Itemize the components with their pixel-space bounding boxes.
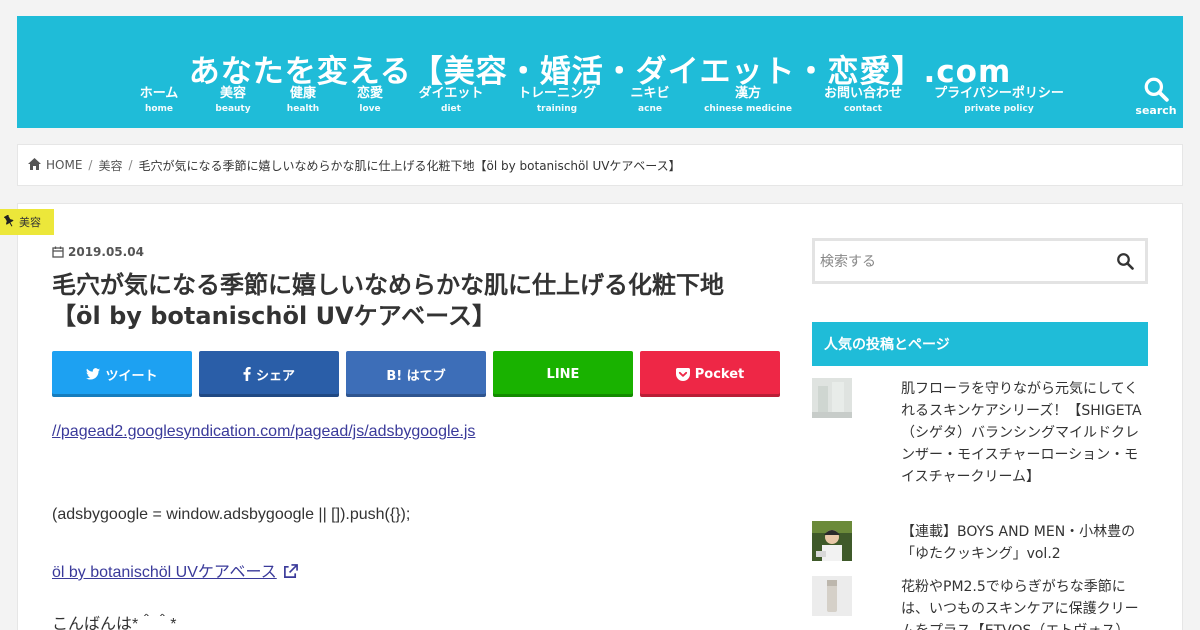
popular-post-title[interactable]: 【連載】BOYS AND MEN・小林豊の「ゆたクッキング」vol.2	[901, 521, 1151, 565]
nav-item-contact[interactable]: お問い合わせ contact	[824, 85, 902, 116]
nav-item-health[interactable]: 健康 health	[287, 85, 319, 116]
nav-sublabel: contact	[844, 104, 882, 114]
nav-item-diet[interactable]: ダイエット diet	[419, 85, 484, 116]
breadcrumb-category-link[interactable]: 美容	[98, 157, 122, 174]
search-label: search	[1135, 104, 1177, 117]
post-date: 2019.05.04	[52, 245, 144, 259]
nav-sublabel: beauty	[215, 104, 251, 114]
popular-posts-heading: 人気の投稿とページ	[812, 322, 1148, 366]
breadcrumb: HOME / 美容 / 毛穴が気になる季節に嬉しいなめらかな肌に仕上げる化粧下地…	[17, 144, 1183, 186]
home-icon	[28, 157, 41, 173]
nav-sublabel: training	[536, 104, 578, 114]
calendar-icon	[52, 246, 64, 258]
nav-label: 美容	[219, 86, 247, 101]
line-button[interactable]: LINE	[493, 351, 633, 397]
line-label: LINE	[546, 366, 580, 382]
nav-label: ホーム	[139, 86, 179, 101]
pocket-label: Pocket	[694, 366, 745, 382]
greeting-text: こんばんは*＾＾*	[52, 616, 177, 630]
pocket-icon	[675, 367, 690, 381]
header-search-button[interactable]: search	[1129, 74, 1183, 124]
nav-sublabel: chinese medicine	[704, 104, 792, 114]
nav-item-home[interactable]: ホーム home	[140, 85, 179, 116]
ad-code-text: (adsbygoogle = window.adsbygoogle || [])…	[52, 506, 411, 523]
search-icon[interactable]	[1105, 252, 1145, 270]
nav-item-training[interactable]: トレーニング training	[518, 85, 596, 116]
post-thumbnail[interactable]	[812, 576, 852, 616]
nav-label: プライバシーポリシー	[934, 86, 1064, 101]
global-nav: ホーム home 美容 beauty 健康 health 恋愛 love ダイエット di…	[17, 85, 1183, 119]
pocket-button[interactable]: Pocket	[640, 351, 780, 397]
nav-label: ダイエット	[418, 86, 484, 101]
nav-item-acne[interactable]: ニキビ acne	[630, 85, 669, 116]
nav-sublabel: health	[286, 104, 320, 114]
ad-script-link[interactable]: //pagead2.googlesyndication.com/pagead/j…	[52, 423, 475, 440]
nav-sublabel: acne	[638, 104, 662, 114]
product-link[interactable]: öl by botanischöl UVケアベース	[52, 564, 277, 581]
ad-script-link-row: //pagead2.googlesyndication.com/pagead/j…	[52, 423, 782, 441]
nav-item-privacy-policy[interactable]: プライバシーポリシー private policy	[934, 85, 1064, 116]
breadcrumb-current: 毛穴が気になる季節に嬉しいなめらかな肌に仕上げる化粧下地【öl by botan…	[138, 158, 681, 173]
pin-icon	[3, 213, 14, 230]
nav-label: トレーニング	[517, 86, 597, 101]
site-header: あなたを変える【美容・婚活・ダイエット・恋愛】.com ホーム home 美容 be…	[17, 16, 1183, 128]
nav-sublabel: love	[359, 104, 381, 114]
nav-label: 恋愛	[356, 86, 384, 101]
hatebu-label: B! はてブ	[386, 368, 446, 384]
facebook-share-label: シェア	[255, 368, 295, 384]
nav-label: 健康	[289, 86, 317, 101]
nav-item-love[interactable]: 恋愛 love	[357, 85, 383, 116]
tweet-label: ツイート	[105, 368, 158, 384]
breadcrumb-separator: /	[88, 158, 93, 172]
hatebu-button[interactable]: B! はてブ	[346, 351, 486, 397]
sidebar-search-input[interactable]: 検索する	[820, 251, 1105, 271]
breadcrumb-separator: /	[128, 158, 133, 172]
category-badge-label: 美容	[19, 216, 41, 229]
breadcrumb-home-link[interactable]: HOME	[46, 158, 82, 172]
nav-sublabel: home	[144, 104, 174, 114]
sidebar-search[interactable]: 検索する	[812, 238, 1148, 284]
nav-label: お問い合わせ	[823, 86, 903, 101]
tweet-button[interactable]: ツイート	[52, 351, 192, 397]
nav-item-beauty[interactable]: 美容 beauty	[215, 85, 250, 116]
post-title-line2: 【öl by botanischöl UVケアベース】	[52, 302, 496, 330]
facebook-share-button[interactable]: シェア	[199, 351, 339, 397]
popular-post-title[interactable]: 肌フローラを守りながら元気にしてくれるスキンケアシリーズ！【SHIGETA（シゲ…	[901, 378, 1151, 488]
facebook-icon	[243, 367, 251, 381]
nav-sublabel: private policy	[964, 104, 1034, 114]
category-badge[interactable]: 美容	[0, 209, 54, 235]
product-link-row: öl by botanischöl UVケアベース	[52, 558, 782, 582]
nav-item-chinese-medicine[interactable]: 漢方 chinese medicine	[704, 85, 792, 116]
post-thumbnail[interactable]	[812, 521, 852, 561]
popular-post-title[interactable]: 花粉やPM2.5でゆらぎがちな季節には、いつものスキンケアに保護クリームをプラス…	[901, 576, 1151, 630]
post-title: 毛穴が気になる季節に嬉しいなめらかな肌に仕上げる化粧下地 【öl by bota…	[52, 270, 782, 332]
nav-sublabel: diet	[441, 104, 461, 114]
post-date-text: 2019.05.04	[68, 245, 144, 259]
post-thumbnail[interactable]	[812, 378, 852, 418]
twitter-icon	[86, 368, 101, 380]
nav-label: ニキビ	[630, 86, 670, 101]
search-icon	[1144, 77, 1169, 102]
external-link-icon	[284, 564, 299, 578]
post-title-line1: 毛穴が気になる季節に嬉しいなめらかな肌に仕上げる化粧下地	[52, 271, 724, 299]
nav-label: 漢方	[734, 86, 761, 101]
